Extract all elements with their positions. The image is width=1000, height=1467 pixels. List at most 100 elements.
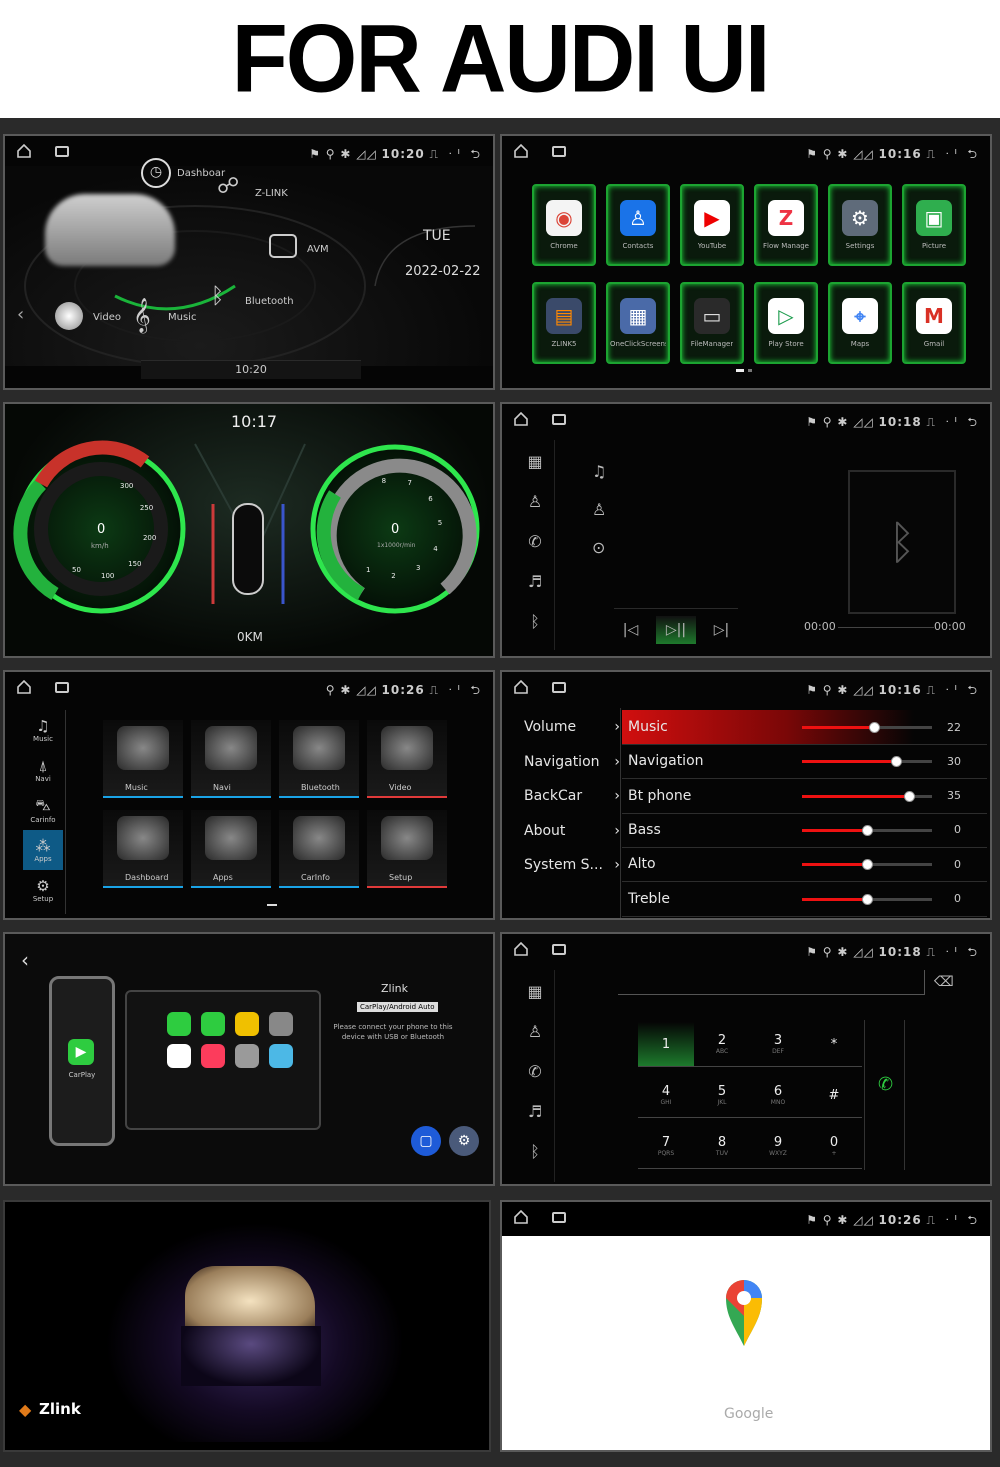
app-tile[interactable]: ♙ Contacts xyxy=(606,184,670,266)
previous-icon[interactable]: |◁ xyxy=(623,622,638,638)
launcher-tile[interactable]: CarInfo xyxy=(279,810,359,888)
recent-apps-icon[interactable] xyxy=(552,414,566,425)
launcher-tile[interactable]: Dashboard xyxy=(103,810,183,888)
settings-menu-item[interactable]: System S... › xyxy=(524,848,620,883)
app-tile[interactable]: Z Flow Manage xyxy=(754,184,818,266)
dial-key[interactable]: 0 + xyxy=(806,1124,862,1169)
app-tile[interactable]: ▭ FileManager xyxy=(680,282,744,364)
settings-menu-item[interactable]: BackCar › xyxy=(524,779,620,814)
dial-key[interactable]: # xyxy=(806,1073,862,1118)
recent-apps-icon[interactable] xyxy=(552,944,566,955)
recent-apps-icon[interactable] xyxy=(552,1212,566,1223)
zlink-settings-icon[interactable]: ⚙ xyxy=(449,1126,479,1156)
avm-icon[interactable] xyxy=(269,234,297,258)
home-icon[interactable] xyxy=(514,1210,528,1224)
home-icon[interactable] xyxy=(514,942,528,956)
sidebar-item[interactable]: ⍋ Navi xyxy=(23,750,63,790)
recent-apps-icon[interactable] xyxy=(55,682,69,693)
play-pause-icon[interactable]: ▷|| xyxy=(655,616,697,644)
contacts-icon[interactable]: ♙ xyxy=(526,1022,544,1042)
volume-row[interactable]: Bt phone 35 xyxy=(622,779,987,814)
call-log-icon[interactable]: ✆ xyxy=(526,1062,544,1082)
volume-row[interactable]: Alto 0 xyxy=(622,847,987,883)
dial-key[interactable]: 8 TUV xyxy=(694,1124,750,1169)
dial-key[interactable]: 5 JKL xyxy=(694,1073,750,1118)
home-icon[interactable] xyxy=(17,144,31,158)
dial-key[interactable]: 4 GHI xyxy=(638,1073,694,1118)
bluetooth-icon[interactable]: ᛒ xyxy=(526,612,544,632)
chevron-left-icon[interactable]: ‹ xyxy=(17,304,24,325)
app-tile[interactable]: ▷ Play Store xyxy=(754,282,818,364)
home-icon[interactable] xyxy=(514,680,528,694)
menu-zlink[interactable]: Z-LINK xyxy=(255,188,288,199)
app-tile[interactable]: ◉ Chrome xyxy=(532,184,596,266)
volume-slider-knob[interactable] xyxy=(862,859,873,871)
bluetooth-icon[interactable]: ᛒ xyxy=(526,1142,544,1162)
volume-slider[interactable] xyxy=(802,756,932,768)
app-tile[interactable]: M Gmail xyxy=(902,282,966,364)
app-tile[interactable]: ▦ OneClickScreensh xyxy=(606,282,670,364)
music-icon[interactable]: 𝄞 xyxy=(133,298,151,333)
back-icon[interactable]: ‹ xyxy=(21,948,29,972)
launcher-tile[interactable]: Apps xyxy=(191,810,271,888)
volume-row[interactable]: Bass 0 xyxy=(622,813,987,848)
contacts-icon[interactable]: ♙ xyxy=(526,492,544,512)
call-log-icon[interactable]: ✆ xyxy=(526,532,544,552)
dial-key[interactable]: 9 WXYZ xyxy=(750,1124,806,1169)
zlink-icon[interactable]: ☍ xyxy=(217,174,239,199)
dial-key[interactable]: * xyxy=(806,1022,862,1067)
launcher-tile[interactable]: Video xyxy=(367,720,447,798)
home-icon[interactable] xyxy=(17,680,31,694)
dial-key[interactable]: 1 xyxy=(638,1022,694,1067)
music-icon[interactable]: ♬ xyxy=(526,1102,544,1122)
progress-bar[interactable] xyxy=(838,627,934,628)
volume-slider-knob[interactable] xyxy=(868,722,880,733)
volume-row[interactable]: Navigation 30 xyxy=(622,744,987,780)
music-icon[interactable]: ♬ xyxy=(526,572,544,592)
home-icon[interactable] xyxy=(514,412,528,426)
dialpad-icon[interactable]: ▦ xyxy=(526,982,544,1002)
call-icon[interactable]: ✆ xyxy=(878,1074,893,1095)
sidebar-item[interactable]: ⛍ Carinfo xyxy=(23,790,63,830)
bluetooth-icon[interactable]: ᛒ xyxy=(211,284,224,309)
volume-slider[interactable] xyxy=(802,859,932,871)
sidebar-item[interactable]: ⚙ Setup xyxy=(23,870,63,910)
volume-row[interactable]: Treble 0 xyxy=(622,882,987,917)
volume-slider-knob[interactable] xyxy=(862,824,873,836)
volume-slider[interactable] xyxy=(802,722,932,733)
app-tile[interactable]: ▶ YouTube xyxy=(680,184,744,266)
zlink-help-icon[interactable]: ▢ xyxy=(411,1126,441,1156)
volume-slider[interactable] xyxy=(802,790,932,802)
launcher-tile[interactable]: Bluetooth xyxy=(279,720,359,798)
menu-bluetooth[interactable]: Bluetooth xyxy=(245,296,294,307)
app-tile[interactable]: ▣ Picture xyxy=(902,184,966,266)
launcher-tile[interactable]: Navi xyxy=(191,720,271,798)
volume-slider-knob[interactable] xyxy=(862,893,873,905)
sidebar-item[interactable]: ⁂ Apps xyxy=(23,830,63,870)
video-icon[interactable] xyxy=(55,302,83,330)
app-tile[interactable]: ⚙ Settings xyxy=(828,184,892,266)
app-tile[interactable]: ▤ ZLINK5 xyxy=(532,282,596,364)
launcher-tile[interactable]: Setup xyxy=(367,810,447,888)
dial-number-input[interactable] xyxy=(618,970,925,995)
volume-slider[interactable] xyxy=(802,893,932,905)
volume-slider-knob[interactable] xyxy=(890,756,902,768)
volume-slider-knob[interactable] xyxy=(903,790,915,802)
menu-music[interactable]: Music xyxy=(168,312,196,323)
recent-apps-icon[interactable] xyxy=(552,682,566,693)
launcher-tile[interactable]: Music xyxy=(103,720,183,798)
dial-key[interactable]: 6 MNO xyxy=(750,1073,806,1118)
menu-avm[interactable]: AVM xyxy=(307,244,329,255)
dialpad-icon[interactable]: ▦ xyxy=(526,452,544,472)
sidebar-item[interactable]: ♫ Music xyxy=(23,710,63,750)
settings-menu-item[interactable]: Navigation › xyxy=(524,745,620,780)
volume-row[interactable]: Music 22 xyxy=(622,710,987,745)
backspace-icon[interactable]: ⌫ xyxy=(934,974,954,990)
menu-video[interactable]: Video xyxy=(93,312,121,323)
dial-key[interactable]: 3 DEF xyxy=(750,1022,806,1067)
dial-key[interactable]: 7 PQRS xyxy=(638,1124,694,1169)
recent-apps-icon[interactable] xyxy=(552,146,566,157)
app-tile[interactable]: ⌖ Maps xyxy=(828,282,892,364)
dial-key[interactable]: 2 ABC xyxy=(694,1022,750,1067)
next-icon[interactable]: ▷| xyxy=(714,622,729,638)
